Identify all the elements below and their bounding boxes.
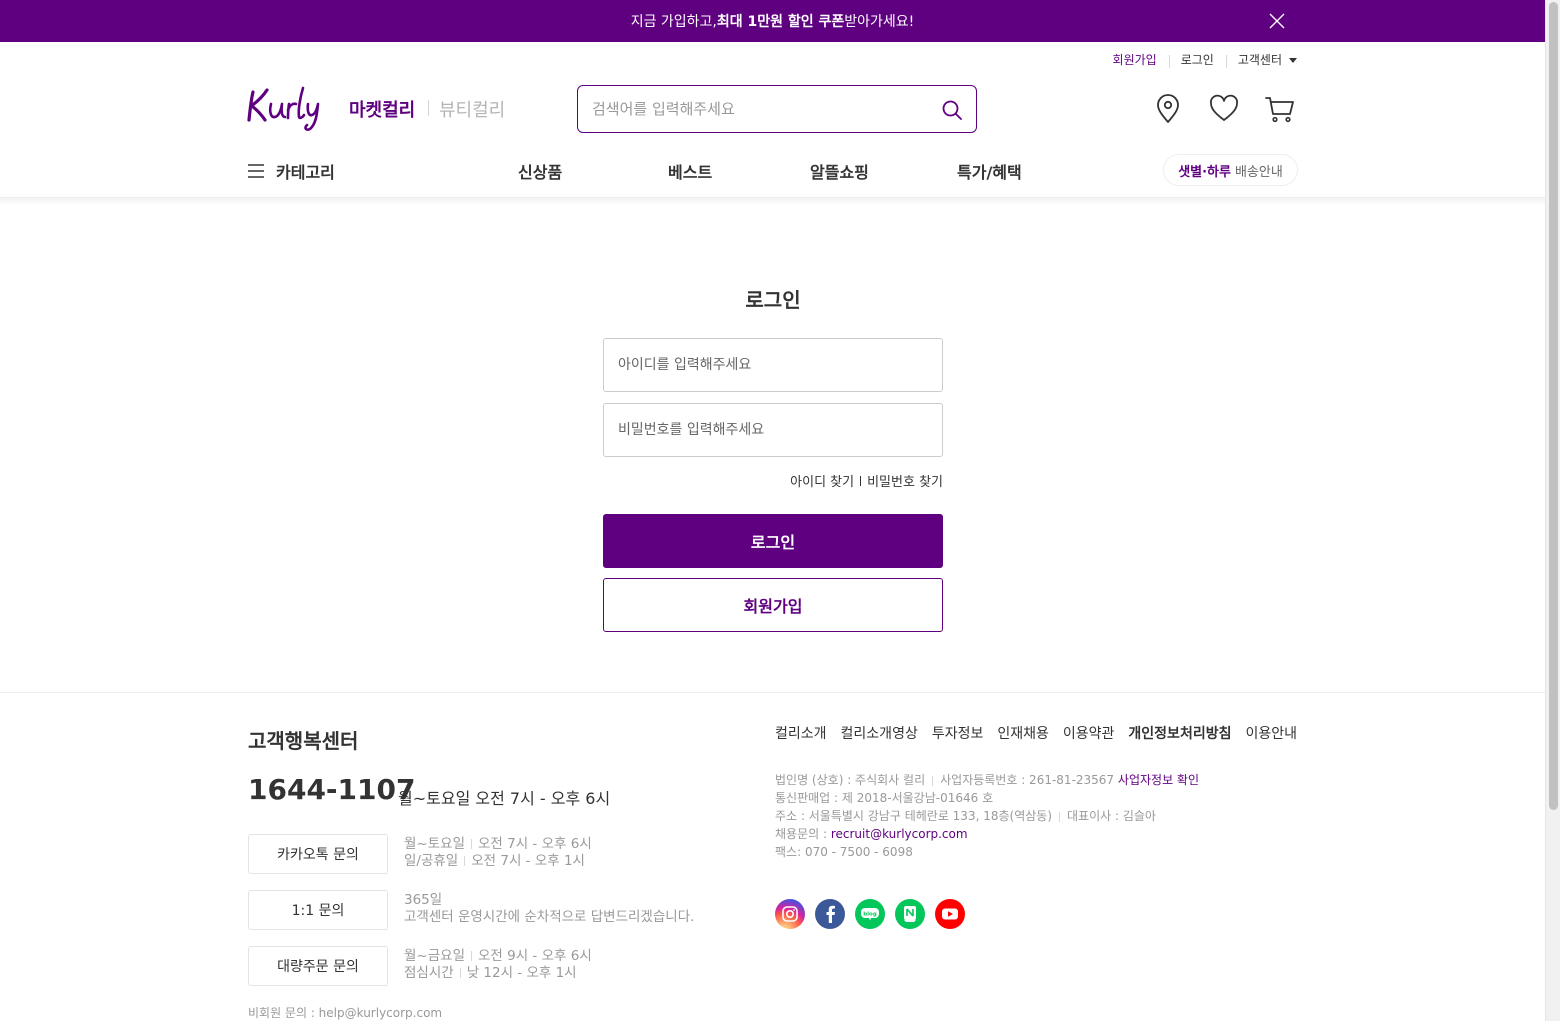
naver-post-icon[interactable] [895, 899, 925, 929]
customer-center-menu[interactable]: 고객센터 [1225, 52, 1297, 68]
footer-link-careers[interactable]: 인재채용 [997, 723, 1049, 743]
one-to-one-inquiry-button[interactable]: 1:1 문의 [248, 890, 388, 930]
delivery-info-button[interactable]: 샛별·하루 배송안내 [1163, 154, 1298, 186]
gnb-best[interactable]: 베스트 [668, 159, 712, 183]
login-link[interactable]: 로그인 [1168, 52, 1226, 68]
user-menu: 회원가입 로그인 고객센터 [1101, 52, 1297, 68]
page: 지금 가입하고, 최대 1만원 할인 쿠폰 받아가세요! 회원가입 로그인 고객… [0, 0, 1545, 1021]
youtube-icon[interactable] [935, 899, 965, 929]
footer-link-investor[interactable]: 투자정보 [932, 723, 984, 743]
bulk-order-inquiry-button[interactable]: 대량주문 문의 [248, 946, 388, 986]
delivery-label: 배송안내 [1234, 164, 1283, 180]
business-info-link[interactable]: 사업자정보 확인 [1118, 773, 1199, 787]
one-to-one-hours: 365일 고객센터 운영시간에 순차적으로 답변드리겠습니다. [404, 892, 695, 925]
kakaotalk-hours: 월~토요일 오전 7시 - 오후 6시 일/공휴일 오전 7시 - 오후 1시 [404, 836, 592, 869]
login-title: 로그인 [745, 288, 801, 312]
category-menu[interactable]: 카테고리 [248, 159, 335, 183]
footer-link-about[interactable]: 컬리소개 [775, 723, 827, 743]
naver-blog-icon[interactable]: blog [855, 899, 885, 929]
search-box [577, 85, 977, 133]
hamburger-icon [248, 164, 264, 178]
find-id-link[interactable]: 아이디 찾기 [790, 471, 854, 490]
facebook-icon[interactable] [815, 899, 845, 929]
find-password-link[interactable]: 비밀번호 찾기 [867, 471, 943, 490]
company-info: 법인명 (상호) : 주식회사 컬리 사업자등록번호 : 261-81-23567… [775, 773, 1200, 859]
scrollbar[interactable] [1545, 0, 1560, 1021]
brand-beauty-tab[interactable]: 뷰티컬리 [439, 96, 505, 122]
brand-divider [428, 100, 429, 116]
promo-banner[interactable]: 지금 가입하고, 최대 1만원 할인 쿠폰 받아가세요! [0, 0, 1545, 42]
customer-service-phone: 1644-1107 [248, 773, 416, 806]
promo-text-bold: 최대 1만원 할인 쿠폰 [716, 14, 845, 30]
find-links: 아이디 찾기 비밀번호 찾기 [790, 471, 943, 490]
footer-links: 컬리소개 컬리소개영상 투자정보 인재채용 이용약관 개인정보처리방침 이용안내 [775, 723, 1297, 743]
non-member-inquiry: 비회원 문의 : help@kurlycorp.com [248, 1006, 443, 1020]
bulk-order-hours: 월~금요일 오전 9시 - 오후 6시 점심시간 낮 12시 - 오후 1시 [404, 948, 592, 981]
search-icon[interactable] [940, 98, 964, 122]
password-input[interactable] [603, 403, 943, 457]
kurly-logo[interactable] [247, 84, 331, 132]
find-links-divider [860, 475, 862, 486]
footer-link-terms[interactable]: 이용약관 [1063, 723, 1115, 743]
search-input[interactable] [592, 100, 922, 118]
brand-market-tab[interactable]: 마켓컬리 [349, 96, 415, 122]
instagram-icon[interactable] [775, 899, 805, 929]
footer-link-privacy[interactable]: 개인정보처리방침 [1128, 723, 1231, 743]
phone-hours: 월~토요일 오전 7시 - 오후 6시 [398, 789, 611, 808]
category-label: 카테고리 [276, 163, 335, 182]
close-icon[interactable] [1268, 12, 1286, 30]
gnb-special-deals[interactable]: 특가/혜택 [957, 159, 1022, 183]
heart-icon[interactable] [1208, 93, 1240, 125]
id-input[interactable] [603, 338, 943, 392]
location-icon[interactable] [1152, 93, 1184, 125]
signup-button[interactable]: 회원가입 [603, 578, 943, 632]
gnb-thrifty-shopping[interactable]: 알뜰쇼핑 [810, 159, 869, 183]
customer-center-label: 고객센터 [1237, 53, 1282, 67]
signup-link[interactable]: 회원가입 [1101, 52, 1169, 68]
kakaotalk-inquiry-button[interactable]: 카카오톡 문의 [248, 834, 388, 874]
svg-text:blog: blog [863, 912, 877, 918]
cart-icon[interactable] [1264, 93, 1296, 125]
footer-link-guide[interactable]: 이용안내 [1245, 723, 1297, 743]
login-button[interactable]: 로그인 [603, 514, 943, 568]
scrollbar-thumb[interactable] [1549, 2, 1558, 810]
footer-link-about-video[interactable]: 컬리소개영상 [841, 723, 918, 743]
recruit-email-link[interactable]: recruit@kurlycorp.com [831, 827, 968, 841]
promo-text-pre: 지금 가입하고, [630, 14, 717, 30]
promo-text-post: 받아가세요! [844, 14, 915, 30]
gnb-new-products[interactable]: 신상품 [518, 159, 562, 183]
footer-divider [0, 692, 1545, 693]
customer-service-title: 고객행복센터 [248, 729, 359, 753]
header-divider [0, 197, 1545, 206]
sns-links: blog [775, 899, 965, 929]
caret-down-icon [1289, 58, 1297, 63]
delivery-bold-label: 샛별·하루 [1178, 164, 1231, 180]
